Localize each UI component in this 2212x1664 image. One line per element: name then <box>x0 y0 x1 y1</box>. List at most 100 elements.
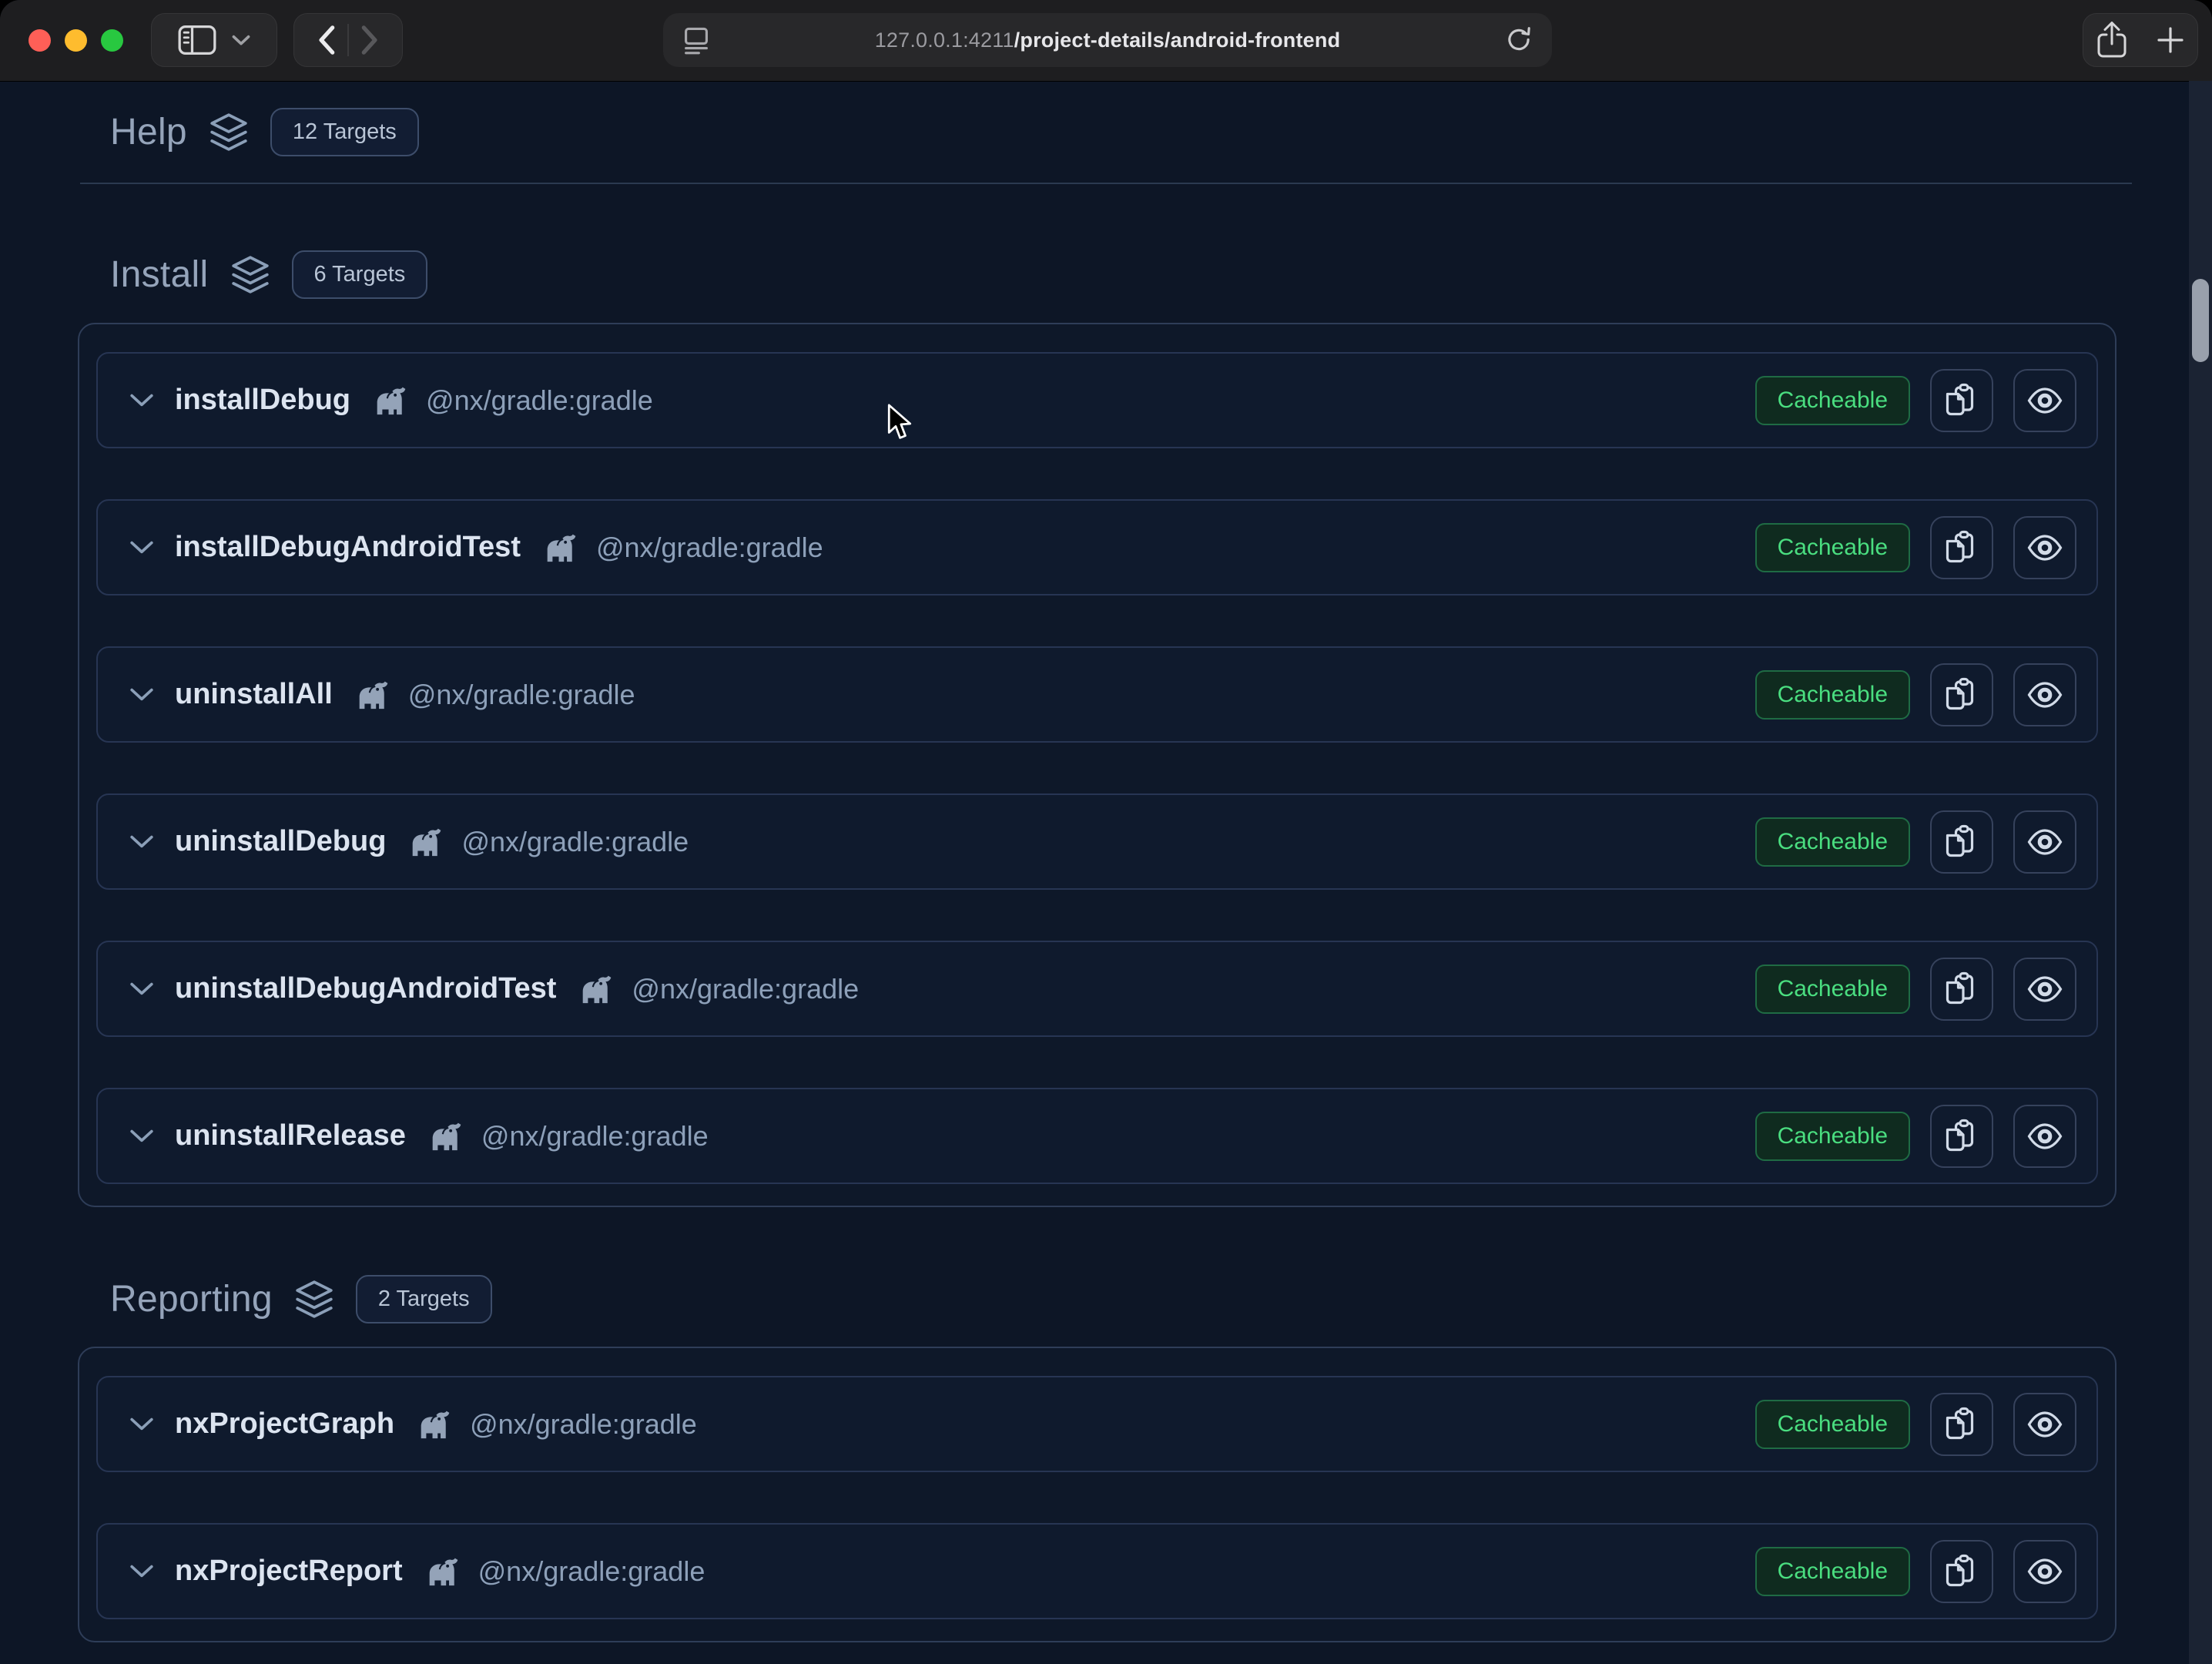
cacheable-badge: Cacheable <box>1755 523 1910 572</box>
nav-divider <box>347 24 349 56</box>
url-host: 127.0.0.1:4211 <box>875 29 1014 52</box>
scrollbar-thumb[interactable] <box>2192 279 2209 362</box>
target-row-nxProjectGraph[interactable]: nxProjectGraph @nx/gradle:gradle Cacheab… <box>96 1376 2098 1472</box>
scrollbar-track[interactable] <box>2189 81 2212 1664</box>
gradle-elephant-icon <box>541 531 578 565</box>
target-name: uninstallDebugAndroidTest <box>175 972 556 1005</box>
view-target-button[interactable] <box>2013 1105 2076 1168</box>
target-executor: @nx/gradle:gradle <box>478 1555 705 1588</box>
view-target-button[interactable] <box>2013 958 2076 1021</box>
view-target-button[interactable] <box>2013 516 2076 579</box>
target-row-uninstallDebug[interactable]: uninstallDebug @nx/gradle:gradle Cacheab… <box>96 793 2098 890</box>
target-row-uninstallAll[interactable]: uninstallAll @nx/gradle:gradle Cacheable <box>96 646 2098 743</box>
view-target-button[interactable] <box>2013 810 2076 874</box>
copy-icon <box>1943 529 1980 566</box>
forward-button[interactable] <box>360 25 380 55</box>
target-name: installDebug <box>175 384 350 417</box>
plus-icon <box>2155 25 2186 55</box>
layers-icon <box>208 111 250 153</box>
eye-icon <box>2026 382 2063 419</box>
sidebar-menu-button[interactable] <box>232 35 250 46</box>
toolbar-actions <box>2083 13 2198 67</box>
view-target-button[interactable] <box>2013 1393 2076 1456</box>
layers-icon <box>293 1278 335 1320</box>
target-name: nxProjectReport <box>175 1555 403 1588</box>
copy-icon <box>1943 382 1980 419</box>
target-row-nxProjectReport[interactable]: nxProjectReport @nx/gradle:gradle Cachea… <box>96 1523 2098 1619</box>
copy-icon <box>1943 1406 1980 1443</box>
view-target-button[interactable] <box>2013 369 2076 432</box>
target-name: nxProjectGraph <box>175 1407 394 1441</box>
browser-window: 127.0.0.1:4211/project-details/android-f… <box>0 0 2212 1664</box>
target-name: uninstallDebug <box>175 825 386 858</box>
copy-target-button[interactable] <box>1930 663 1993 726</box>
cacheable-badge: Cacheable <box>1755 1547 1910 1596</box>
section-divider <box>80 183 2132 184</box>
section-header-help: Help 12 Targets <box>110 101 2212 163</box>
traffic-lights <box>28 29 123 52</box>
copy-icon <box>1943 1118 1980 1155</box>
copy-icon <box>1943 824 1980 861</box>
close-window-button[interactable] <box>28 29 51 52</box>
minimize-window-button[interactable] <box>65 29 87 52</box>
cacheable-badge: Cacheable <box>1755 817 1910 867</box>
copy-target-button[interactable] <box>1930 810 1993 874</box>
target-row-installDebugAndroidTest[interactable]: installDebugAndroidTest @nx/gradle:gradl… <box>96 499 2098 595</box>
page-settings-button[interactable] <box>682 25 711 55</box>
gradle-elephant-icon <box>576 972 613 1006</box>
targets-group-reporting: nxProjectGraph @nx/gradle:gradle Cacheab… <box>78 1347 2116 1642</box>
chevron-down-icon <box>130 1565 153 1578</box>
view-target-button[interactable] <box>2013 663 2076 726</box>
gradle-elephant-icon <box>426 1119 463 1153</box>
reload-button[interactable] <box>1504 25 1533 55</box>
share-button[interactable] <box>2095 20 2129 60</box>
target-row-uninstallDebugAndroidTest[interactable]: uninstallDebugAndroidTest @nx/gradle:gra… <box>96 941 2098 1037</box>
reload-icon <box>1504 25 1533 55</box>
eye-icon <box>2026 971 2063 1008</box>
section-header-install: Install 6 Targets <box>110 243 2212 305</box>
gradle-elephant-icon <box>406 825 443 859</box>
copy-target-button[interactable] <box>1930 958 1993 1021</box>
chevron-down-icon <box>130 1129 153 1143</box>
copy-target-button[interactable] <box>1930 1540 1993 1603</box>
share-icon <box>2095 20 2129 60</box>
url-path: /project-details/android-frontend <box>1014 29 1341 52</box>
sidebar-toggle-button[interactable] <box>178 25 216 55</box>
target-name: installDebugAndroidTest <box>175 531 521 564</box>
cacheable-badge: Cacheable <box>1755 670 1910 720</box>
target-executor: @nx/gradle:gradle <box>481 1120 709 1152</box>
copy-target-button[interactable] <box>1930 1105 1993 1168</box>
target-executor: @nx/gradle:gradle <box>632 973 859 1005</box>
section-title: Reporting <box>110 1278 273 1320</box>
gradle-elephant-icon <box>414 1407 451 1441</box>
section-title: Install <box>110 253 209 296</box>
zoom-window-button[interactable] <box>101 29 123 52</box>
chevron-down-icon <box>130 982 153 996</box>
address-bar[interactable]: 127.0.0.1:4211/project-details/android-f… <box>663 13 1552 67</box>
chevron-down-icon <box>130 688 153 702</box>
eye-icon <box>2026 824 2063 861</box>
gradle-elephant-icon <box>353 678 390 712</box>
targets-count-badge: 12 Targets <box>270 108 419 156</box>
browser-toolbar: 127.0.0.1:4211/project-details/android-f… <box>0 0 2212 82</box>
target-row-installDebug[interactable]: installDebug @nx/gradle:gradle Cacheable <box>96 352 2098 448</box>
target-executor: @nx/gradle:gradle <box>426 384 653 417</box>
target-row-uninstallRelease[interactable]: uninstallRelease @nx/gradle:gradle Cache… <box>96 1088 2098 1184</box>
cacheable-badge: Cacheable <box>1755 965 1910 1014</box>
copy-target-button[interactable] <box>1930 516 1993 579</box>
target-executor: @nx/gradle:gradle <box>408 679 635 711</box>
mouse-cursor <box>886 404 913 442</box>
eye-icon <box>2026 1406 2063 1443</box>
chevron-left-icon <box>317 25 337 55</box>
chevron-down-icon <box>130 394 153 408</box>
url-text: 127.0.0.1:4211/project-details/android-f… <box>711 29 1504 52</box>
gradle-elephant-icon <box>423 1555 460 1589</box>
view-target-button[interactable] <box>2013 1540 2076 1603</box>
copy-icon <box>1943 971 1980 1008</box>
new-tab-button[interactable] <box>2155 25 2186 55</box>
cacheable-badge: Cacheable <box>1755 376 1910 425</box>
copy-target-button[interactable] <box>1930 1393 1993 1456</box>
eye-icon <box>2026 676 2063 713</box>
copy-target-button[interactable] <box>1930 369 1993 432</box>
back-button[interactable] <box>317 25 337 55</box>
